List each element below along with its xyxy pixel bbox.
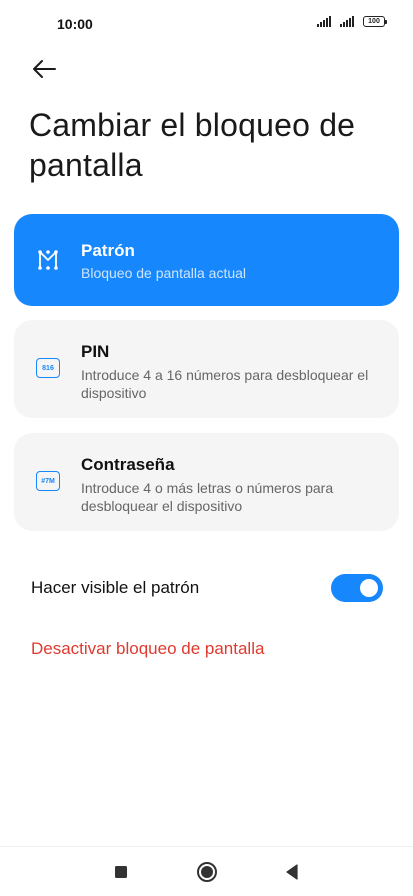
option-pattern[interactable]: Patrón Bloqueo de pantalla actual bbox=[14, 214, 399, 306]
arrow-left-icon bbox=[33, 60, 56, 78]
page-title: Cambiar el bloqueo de pantalla bbox=[29, 107, 356, 183]
password-icon-text: #7M bbox=[41, 477, 55, 485]
option-password[interactable]: #7M Contraseña Introduce 4 o más letras … bbox=[14, 433, 399, 531]
square-icon bbox=[115, 866, 127, 878]
option-pin[interactable]: 816 PIN Introduce 4 a 16 números para de… bbox=[14, 320, 399, 418]
toggle-label: Hacer visible el patrón bbox=[31, 578, 200, 597]
navigation-bar bbox=[0, 846, 413, 896]
circle-icon bbox=[197, 862, 217, 882]
signal-icon bbox=[317, 15, 331, 27]
disable-lock-link[interactable]: Desactivar bloqueo de pantalla bbox=[31, 639, 264, 659]
battery-icon: 100 bbox=[363, 15, 387, 27]
option-subtitle: Bloqueo de pantalla actual bbox=[81, 265, 247, 281]
nav-back-button[interactable] bbox=[279, 859, 305, 885]
home-button[interactable] bbox=[194, 859, 220, 885]
pattern-icon bbox=[38, 250, 58, 270]
option-title: PIN bbox=[81, 342, 110, 361]
status-time: 10:00 bbox=[57, 16, 93, 32]
option-title: Patrón bbox=[81, 241, 135, 260]
password-icon: #7M bbox=[36, 471, 60, 491]
pin-icon-text: 816 bbox=[42, 364, 54, 372]
option-subtitle: Introduce 4 o más letras o números para … bbox=[81, 480, 334, 514]
back-button[interactable] bbox=[28, 54, 60, 84]
option-subtitle: Introduce 4 a 16 números para desbloquea… bbox=[81, 367, 369, 401]
toggle-knob bbox=[360, 579, 378, 597]
signal-icon bbox=[340, 15, 354, 27]
visible-pattern-row: Hacer visible el patrón bbox=[0, 566, 413, 610]
status-icons: 100 bbox=[317, 15, 387, 27]
visible-pattern-toggle[interactable] bbox=[331, 574, 383, 602]
pin-icon: 816 bbox=[36, 358, 60, 378]
triangle-back-icon bbox=[286, 864, 298, 880]
recent-apps-button[interactable] bbox=[108, 859, 134, 885]
status-bar: 10:00 100 bbox=[0, 0, 413, 50]
option-title: Contraseña bbox=[81, 455, 175, 474]
battery-level: 100 bbox=[368, 17, 380, 25]
